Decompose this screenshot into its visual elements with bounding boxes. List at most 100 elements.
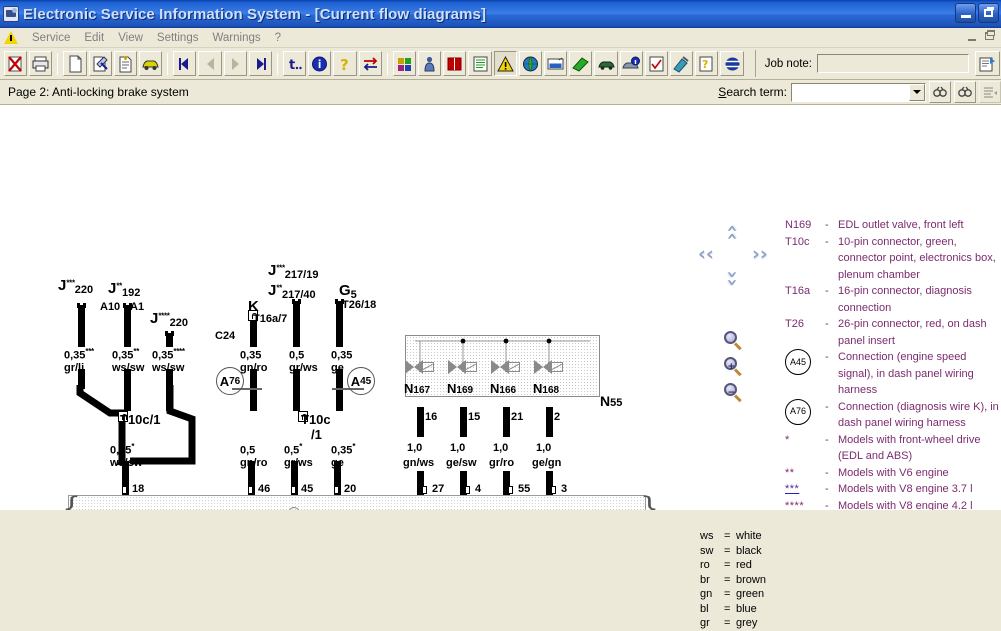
pan-right-arrow[interactable]: ››	[752, 245, 768, 264]
search-back-icon[interactable]	[954, 81, 976, 103]
swap-icon[interactable]	[358, 51, 382, 76]
search-forward-icon[interactable]	[929, 81, 951, 103]
brace-right: }	[640, 491, 660, 511]
list-icon[interactable]	[468, 51, 492, 76]
technician-icon[interactable]	[418, 51, 442, 76]
legend-key: T10c	[785, 235, 810, 248]
toolbar-separator	[386, 52, 388, 75]
target-icon[interactable]: t	[283, 51, 307, 76]
terminal-cap	[171, 331, 174, 336]
connector-label: /1	[311, 427, 322, 442]
pan-up-arrow[interactable]: ››	[720, 225, 742, 241]
help-page-icon[interactable]: ?	[695, 51, 719, 76]
checklist-icon[interactable]	[644, 51, 669, 76]
legend-description: 26-pin connector, red, on dash panel ins…	[838, 318, 987, 347]
legend-description: Models with V8 engine 3.7 l	[838, 483, 973, 495]
menu-item-edit[interactable]: Edit	[77, 30, 111, 46]
search-input[interactable]	[792, 83, 909, 101]
ground-pin-number: 3	[561, 483, 568, 495]
wire-color-label: gn/ws	[403, 457, 435, 469]
vehicle-icon[interactable]	[139, 51, 163, 76]
legend-description: EDL outlet valve, front left	[838, 219, 964, 231]
wire-color-label: ws/sw	[110, 457, 143, 469]
measure-icon[interactable]	[569, 51, 593, 76]
index-icon[interactable]	[979, 81, 1001, 103]
wire-gauge-label: 0,5	[289, 349, 305, 362]
print-icon[interactable]	[29, 51, 53, 76]
menu-item-view[interactable]: View	[111, 30, 150, 46]
legend-key: ***	[785, 483, 800, 495]
grid-icon[interactable]	[392, 51, 417, 76]
legend-dash: -	[825, 235, 829, 248]
valve-pin-top: 15	[468, 411, 481, 423]
car-rear-icon[interactable]	[594, 51, 618, 76]
chevron-down-icon[interactable]	[909, 83, 925, 101]
tool-icon[interactable]	[670, 51, 694, 76]
new-page-icon[interactable]	[113, 51, 138, 76]
first-page-icon[interactable]	[173, 51, 197, 76]
manual-icon[interactable]	[443, 51, 467, 76]
menu-item-help[interactable]: ?	[268, 30, 288, 46]
zoom-out-icon[interactable]: −	[724, 383, 744, 403]
next-page-icon[interactable]	[223, 51, 247, 76]
exit-icon[interactable]	[4, 51, 28, 76]
mdi-minimize-button[interactable]	[965, 30, 980, 44]
menu-item-service[interactable]: Service	[25, 30, 77, 46]
pan-down-arrow[interactable]: ››	[721, 271, 743, 287]
menu-item-settings[interactable]: Settings	[150, 30, 206, 46]
color-name: black	[736, 544, 762, 557]
wire-gauge-label: 0,35****	[152, 347, 185, 362]
minimize-button[interactable]	[955, 3, 976, 23]
current-flow-diagram[interactable]: { } J***220 J**192 J****220 J***217/19 J**21…	[0, 105, 686, 510]
legend-row: T26 -26-pin connector, red, on dash panel…	[785, 316, 1001, 349]
legend-row: T10c -10-pin connector, green, connector …	[785, 234, 1001, 284]
valve-label-n166: N166	[490, 381, 517, 396]
info-icon[interactable]	[308, 51, 332, 76]
component-label-j192: J**192	[108, 280, 141, 300]
restore-button[interactable]	[978, 3, 999, 23]
solenoid-valve-symbol	[491, 360, 521, 374]
legend-dash: -	[825, 483, 829, 495]
terminal-label: T16a/7	[253, 313, 288, 325]
legend-key: T16a	[785, 285, 811, 297]
job-note-group: Job note:	[754, 50, 1001, 77]
new-document-icon[interactable]	[63, 51, 87, 76]
edit-document-icon[interactable]	[88, 51, 112, 76]
content-area: { } J***220 J**192 J****220 J***217/19 J**21…	[0, 105, 1001, 629]
search-combobox[interactable]	[791, 82, 926, 102]
wire-color-label: ge	[331, 362, 344, 374]
equals-sign: =	[724, 588, 731, 600]
globe-icon[interactable]	[518, 51, 543, 76]
car-info-icon[interactable]	[619, 51, 643, 76]
previous-page-icon[interactable]	[198, 51, 222, 76]
wire-j220a-upper	[78, 305, 85, 347]
network-icon[interactable]	[720, 51, 744, 76]
color-abbr: gn	[700, 588, 713, 600]
monitor-icon[interactable]	[544, 51, 568, 76]
ground-terminal	[334, 486, 339, 494]
legend-dash: -	[825, 400, 829, 413]
color-abbr: br	[700, 573, 710, 586]
mdi-restore-button[interactable]	[983, 30, 998, 44]
solenoid-valve-symbol	[534, 360, 564, 374]
valve-label-n168: N168	[533, 381, 560, 396]
legend-dash: -	[825, 433, 829, 446]
component-legend: N169- EDL outlet valve, front left T10c -10…	[785, 217, 1001, 510]
note-edit-icon[interactable]	[975, 51, 1001, 76]
legend-key: **	[785, 466, 795, 479]
wire-color-label: gr/ro	[489, 457, 515, 469]
zoom-fit-icon[interactable]	[724, 331, 744, 351]
color-abbr: gr	[700, 617, 710, 629]
warnings-icon[interactable]	[493, 51, 517, 76]
menu-item-warnings[interactable]: Warnings	[205, 30, 267, 46]
help-icon[interactable]: ?	[333, 51, 357, 76]
wire-color-label: gr/li	[64, 362, 85, 374]
legend-row: T16a -16-pin connector, diagnosis connect…	[785, 283, 1001, 316]
mdi-window-controls	[965, 30, 998, 44]
zoom-in-icon[interactable]: +	[724, 357, 744, 377]
job-note-input[interactable]	[817, 54, 970, 73]
warning-triangle-icon[interactable]	[4, 30, 19, 45]
wire-k-mid	[250, 369, 257, 411]
last-page-icon[interactable]	[248, 51, 273, 76]
pan-left-arrow[interactable]: ‹‹	[698, 245, 714, 264]
